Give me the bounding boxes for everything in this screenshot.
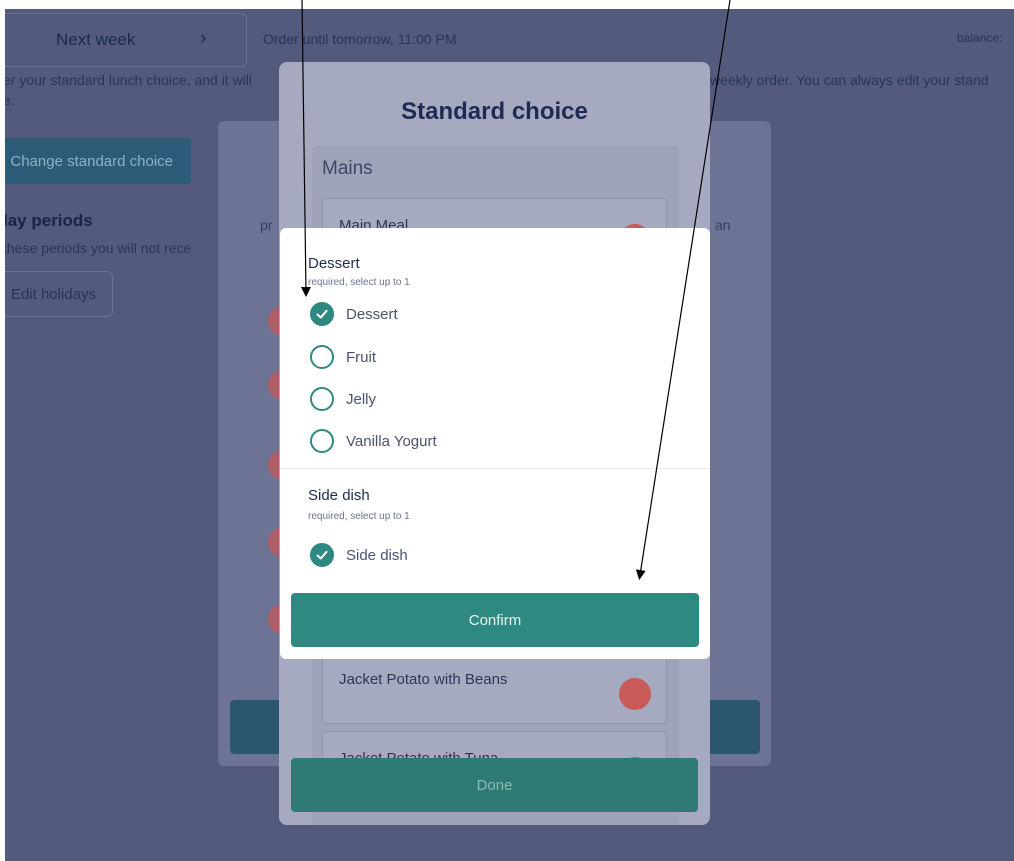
next-week-button[interactable]: Next week › [5, 13, 247, 67]
meal-name: Jacket Potato with Beans [339, 671, 508, 688]
modal-title: Standard choice [401, 98, 588, 125]
option-label: Dessert [346, 305, 398, 323]
checkmark-circle-icon[interactable] [310, 543, 334, 567]
balance-label: balance: [957, 31, 1003, 45]
checkmark-circle-icon[interactable] [310, 302, 334, 326]
change-standard-choice-button[interactable]: Change standard choice [5, 138, 191, 184]
option-side-dish[interactable]: Side dish [310, 541, 408, 569]
option-vanilla-yogurt[interactable]: Vanilla Yogurt [310, 427, 437, 455]
holiday-periods-title: lay periods [5, 211, 93, 230]
intro-text: er your standard lunch choice, and it wi… [5, 72, 253, 88]
card-text-fragment: pr [260, 217, 273, 233]
intro-text-line2: e. [5, 92, 15, 108]
divider [280, 468, 710, 469]
edit-holidays-button[interactable]: Edit holidays [5, 271, 113, 317]
option-jelly[interactable]: Jelly [310, 385, 376, 413]
meal-options-modal: Dessert required, select up to 1 Dessert… [280, 228, 710, 659]
option-label: Jelly [346, 390, 377, 408]
radio-circle-icon[interactable] [310, 345, 334, 369]
radio-circle-icon[interactable] [310, 387, 334, 411]
intro-text-right: weekly order. You can always edit your s… [710, 72, 989, 88]
app-viewport: Next week › Order until tomorrow, 11:00 … [5, 9, 1014, 861]
option-dessert[interactable]: Dessert [310, 300, 398, 328]
option-label: Side dish [346, 546, 408, 564]
holiday-periods-description: these periods you will not rece [5, 240, 192, 256]
done-button[interactable]: Done [291, 758, 698, 812]
option-group-title: Side dish [308, 487, 370, 504]
option-group-title: Dessert [308, 255, 360, 272]
option-group-subtitle: required, select up to 1 [308, 511, 410, 522]
confirm-button[interactable]: Confirm [291, 593, 699, 647]
meal-card[interactable]: Jacket Potato with Beans [322, 652, 667, 724]
mains-label: Mains [322, 158, 373, 179]
card-text-fragment-right: an [715, 217, 731, 233]
option-fruit[interactable]: Fruit [310, 343, 376, 371]
radio-circle-icon[interactable] [310, 429, 334, 453]
order-deadline: Order until tomorrow, 11:00 PM [263, 31, 457, 47]
meal-status-dot [619, 678, 651, 710]
option-label: Fruit [346, 348, 376, 366]
chevron-right-icon: › [200, 28, 207, 49]
option-label: Vanilla Yogurt [346, 432, 437, 450]
week-label: Next week [56, 30, 136, 49]
option-group-subtitle: required, select up to 1 [308, 277, 410, 288]
